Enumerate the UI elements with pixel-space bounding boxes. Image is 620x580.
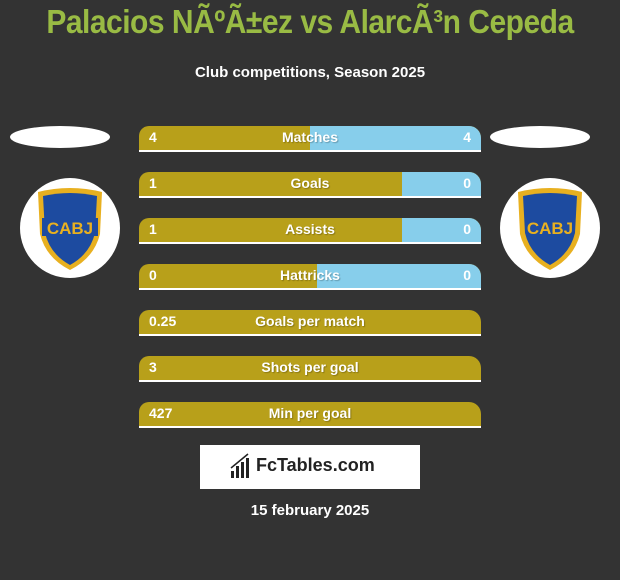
right-value: 0 xyxy=(463,221,471,237)
page-title: Palacios NÃºÃ±ez vs AlarcÃ³n Cepeda xyxy=(46,4,574,41)
right-value: 0 xyxy=(463,175,471,191)
stat-row: Assists 1 0 xyxy=(139,218,481,244)
left-value: 0.25 xyxy=(149,313,177,329)
stat-row: Goals per match 0.25 xyxy=(139,310,481,336)
svg-text:CABJ: CABJ xyxy=(527,219,573,238)
stat-label: Goals xyxy=(290,175,330,191)
footer-date: 15 february 2025 xyxy=(250,502,370,519)
stat-label: Shots per goal xyxy=(261,359,359,375)
boca-juniors-crest-icon: CABJ xyxy=(38,188,102,270)
stat-label: Assists xyxy=(285,221,335,237)
stat-label: Hattricks xyxy=(280,267,340,283)
right-player-placeholder xyxy=(490,126,590,148)
stat-row: Min per goal 427 xyxy=(139,402,481,428)
svg-text:CABJ: CABJ xyxy=(47,219,93,238)
stat-row: Shots per goal 3 xyxy=(139,356,481,382)
bar-chart-icon xyxy=(230,453,249,478)
brand-name: FcTables.com xyxy=(256,455,375,475)
left-value: 3 xyxy=(149,359,157,375)
stat-row: Goals 1 0 xyxy=(139,172,481,198)
left-player-placeholder xyxy=(10,126,110,148)
left-value: 1 xyxy=(149,175,157,191)
right-team-logo[interactable]: CABJ xyxy=(500,178,600,278)
stat-label: Min per goal xyxy=(268,405,352,421)
left-value: 0 xyxy=(149,267,157,283)
left-value: 427 xyxy=(149,405,173,421)
fctables-brand-banner[interactable]: FcTables.com xyxy=(200,445,420,489)
page-subtitle: Club competitions, Season 2025 xyxy=(194,64,426,81)
left-team-logo[interactable]: CABJ xyxy=(20,178,120,278)
right-value: 4 xyxy=(463,129,471,145)
right-value: 0 xyxy=(463,267,471,283)
left-value: 4 xyxy=(149,129,157,145)
stat-row: Hattricks 0 0 xyxy=(139,264,481,290)
stat-label: Goals per match xyxy=(255,313,365,329)
left-value: 1 xyxy=(149,221,157,237)
boca-juniors-crest-icon: CABJ xyxy=(518,188,582,270)
stat-row: Matches 4 4 xyxy=(139,126,481,152)
stat-label: Matches xyxy=(281,129,339,145)
